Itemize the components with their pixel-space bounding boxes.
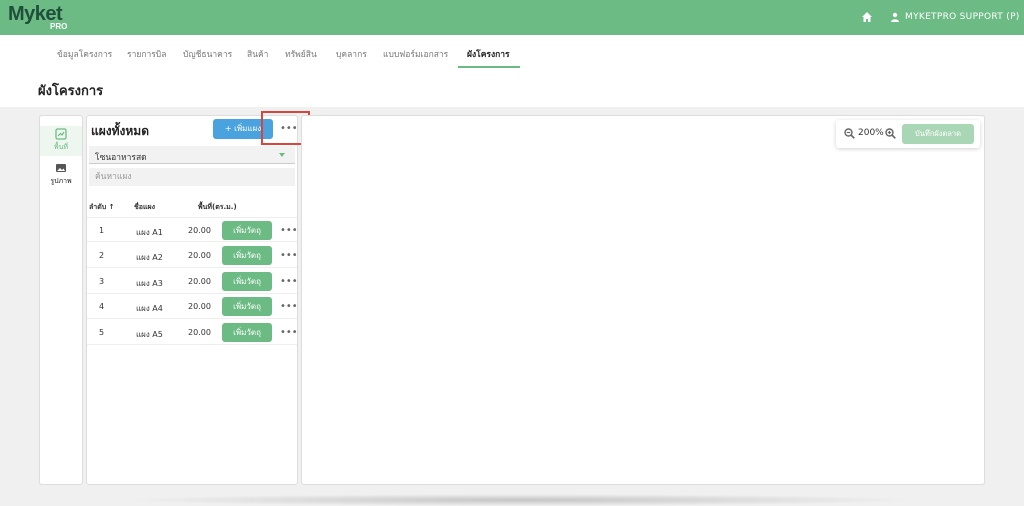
table-row: 4 แผง A4 20.00 เพิ่มวัตถุ •••	[87, 294, 298, 319]
user-menu[interactable]: MYKETPRO SUPPORT (P)	[905, 12, 1020, 22]
side-item-area[interactable]: พื้นที่	[40, 126, 82, 156]
row-more-icon[interactable]: •••	[280, 301, 298, 312]
row-name: แผง A1	[136, 228, 163, 237]
table-row: 1 แผง A1 20.00 เพิ่มวัตถุ •••	[87, 217, 298, 242]
add-object-button[interactable]: เพิ่มวัตถุ	[222, 297, 272, 316]
tab-personnel[interactable]: บุคลากร	[336, 47, 367, 61]
chevron-down-icon	[279, 153, 285, 157]
row-order: 1	[99, 226, 105, 235]
row-area: 20.00	[188, 302, 211, 311]
top-bar: Myket PRO MYKETPRO SUPPORT (P)	[0, 0, 1024, 35]
home-icon[interactable]	[861, 11, 873, 23]
row-name: แผง A3	[136, 279, 163, 288]
table-row: 3 แผง A3 20.00 เพิ่มวัตถุ •••	[87, 269, 298, 294]
side-item-image[interactable]: รูปภาพ	[40, 162, 82, 188]
row-area: 20.00	[188, 251, 211, 260]
tab-project-info[interactable]: ข้อมูลโครงการ	[57, 47, 112, 61]
row-area: 20.00	[188, 328, 211, 337]
row-name: แผง A2	[136, 253, 163, 262]
row-order: 5	[99, 328, 105, 337]
booth-list-panel: แผงทั้งหมด + เพิ่มแผง ••• โซนอาหารสด ลำด…	[86, 115, 298, 485]
add-object-button[interactable]: เพิ่มวัตถุ	[222, 221, 272, 240]
save-layout-button[interactable]: บันทึกผังตลาด	[902, 124, 974, 144]
zoom-in-icon[interactable]	[885, 128, 896, 139]
tab-assets[interactable]: ทรัพย์สิน	[285, 47, 317, 61]
active-tab-indicator	[458, 66, 520, 68]
tab-bank-accounts[interactable]: บัญชีธนาคาร	[183, 47, 232, 61]
zone-select[interactable]: โซนอาหารสด	[89, 146, 295, 164]
table-row: 5 แผง A5 20.00 เพิ่มวัตถุ •••	[87, 320, 298, 345]
tab-bar: ข้อมูลโครงการ รายการบิล บัญชีธนาคาร สินค…	[0, 35, 1024, 69]
row-more-icon[interactable]: •••	[280, 225, 298, 236]
zoom-out-icon[interactable]	[844, 128, 855, 139]
tab-document-forms[interactable]: แบบฟอร์มเอกสาร	[383, 47, 448, 61]
layout-canvas[interactable]	[301, 115, 985, 485]
row-area: 20.00	[188, 277, 211, 286]
row-order: 2	[99, 251, 105, 260]
bottom-shadow	[120, 494, 920, 506]
tab-project-layout[interactable]: ผังโครงการ	[467, 47, 510, 61]
tab-products[interactable]: สินค้า	[247, 47, 268, 61]
zoom-toolbar: 200% บันทึกผังตลาด	[836, 120, 980, 148]
zoom-level: 200%	[858, 128, 884, 138]
row-area: 20.00	[188, 226, 211, 235]
column-header-area: พื้นที่(ตร.ม.)	[198, 203, 237, 211]
add-object-button[interactable]: เพิ่มวัตถุ	[222, 272, 272, 291]
add-object-button[interactable]: เพิ่มวัตถุ	[222, 323, 272, 342]
side-nav: พื้นที่ รูปภาพ	[39, 115, 83, 485]
side-item-label: พื้นที่	[53, 143, 68, 151]
row-more-icon[interactable]: •••	[280, 250, 298, 261]
row-order: 3	[99, 277, 105, 286]
search-input[interactable]	[95, 171, 285, 183]
user-icon	[891, 12, 899, 22]
row-more-icon[interactable]: •••	[280, 327, 298, 338]
row-more-icon[interactable]: •••	[280, 276, 298, 287]
zone-select-value: โซนอาหารสด	[95, 153, 147, 163]
logo-sub-text: PRO	[50, 22, 68, 31]
search-box	[89, 168, 295, 186]
image-icon	[56, 164, 66, 172]
area-icon	[55, 128, 67, 140]
tab-bills[interactable]: รายการบิล	[127, 47, 166, 61]
logo[interactable]: Myket PRO	[8, 3, 70, 31]
column-header-order[interactable]: ลำดับ ↑	[89, 202, 115, 213]
table-row: 2 แผง A2 20.00 เพิ่มวัตถุ •••	[87, 243, 298, 268]
row-name: แผง A4	[136, 304, 163, 313]
row-order: 4	[99, 302, 105, 311]
page-title: ผังโครงการ	[38, 84, 104, 99]
row-name: แผง A5	[136, 330, 163, 339]
column-header-name: ชื่อแผง	[134, 203, 155, 211]
side-item-label: รูปภาพ	[50, 177, 72, 185]
add-object-button[interactable]: เพิ่มวัตถุ	[222, 246, 272, 265]
panel-title: แผงทั้งหมด	[91, 124, 150, 138]
